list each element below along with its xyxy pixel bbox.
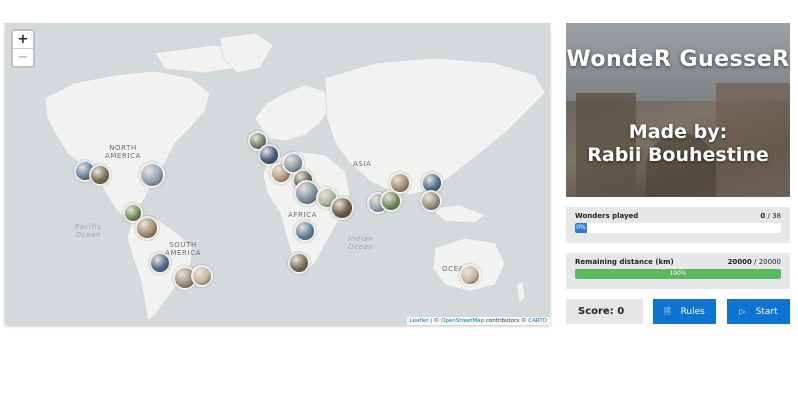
start-label: Start <box>755 307 778 317</box>
label-pacific-ocean: Pacific Ocean <box>75 223 102 239</box>
score-display: Score: 0 <box>566 299 643 324</box>
author-credit: Made by: Rabii Bouhestine <box>566 121 790 167</box>
made-by-label: Made by: <box>628 121 728 143</box>
document-icon: 🗎 <box>664 307 671 316</box>
zoom-in-button[interactable]: + <box>13 31 33 48</box>
wonder-marker[interactable] <box>149 252 171 274</box>
label-africa: AFRICA <box>288 211 318 219</box>
wonder-marker[interactable] <box>139 162 165 188</box>
wonder-marker[interactable] <box>389 172 411 194</box>
wonder-marker[interactable] <box>89 164 111 186</box>
wonder-marker[interactable] <box>191 265 213 287</box>
wonders-played-panel: Wonders played 0 / 38 0% <box>566 207 790 243</box>
wonder-marker[interactable] <box>288 252 310 274</box>
wonders-progress-fill: 0% <box>575 223 587 233</box>
attr-contributors: contributors © <box>484 318 529 324</box>
distance-row: Remaining distance (km) 20000 / 20000 <box>575 258 781 266</box>
zoom-control: + − <box>11 29 35 68</box>
app-title: WondeR GuesseR <box>566 47 790 72</box>
zoom-out-button[interactable]: − <box>13 48 33 66</box>
label-indian-ocean: Indian Ocean <box>348 235 374 251</box>
label-south-america: SOUTH AMERICA <box>165 241 202 257</box>
start-button[interactable]: ▷ Start <box>727 299 790 324</box>
carto-link[interactable]: CARTO <box>528 318 547 324</box>
rules-label: Rules <box>680 307 705 317</box>
attr-separator: | © <box>428 318 442 324</box>
world-map[interactable]: + − NORTH AMERICA SOUTH AMERICA AFRICA A… <box>5 23 550 325</box>
wonder-marker[interactable] <box>330 196 354 220</box>
wonder-marker[interactable] <box>420 190 442 212</box>
distance-progress-bar: 100% <box>575 269 781 279</box>
distance-progress-fill: 100% <box>575 269 781 279</box>
wonder-marker[interactable] <box>459 264 481 286</box>
label-north-america: NORTH AMERICA <box>105 144 142 160</box>
rules-button[interactable]: 🗎 Rules <box>653 299 716 324</box>
author-name: Rabii Bouhestine <box>587 144 769 166</box>
map-attribution: Leaflet | © OpenStreetMap contributors ©… <box>406 317 550 325</box>
distance-panel: Remaining distance (km) 20000 / 20000 10… <box>566 253 790 289</box>
hero-banner: WondeR GuesseR Made by: Rabii Bouhestine <box>566 23 790 197</box>
distance-count: 20000 / 20000 <box>727 258 781 266</box>
wonders-progress-bar: 0% <box>575 223 781 233</box>
leaflet-link[interactable]: Leaflet <box>410 318 429 324</box>
wonder-marker[interactable] <box>135 216 159 240</box>
label-asia: ASIA <box>353 160 372 168</box>
wonders-label: Wonders played <box>575 212 639 220</box>
wonders-count: 0 / 38 <box>760 212 781 220</box>
wonders-row: Wonders played 0 / 38 <box>575 212 781 220</box>
wonder-marker[interactable] <box>294 220 316 242</box>
play-icon: ▷ <box>739 307 746 316</box>
osm-link[interactable]: OpenStreetMap <box>441 318 484 324</box>
distance-label: Remaining distance (km) <box>575 258 674 266</box>
